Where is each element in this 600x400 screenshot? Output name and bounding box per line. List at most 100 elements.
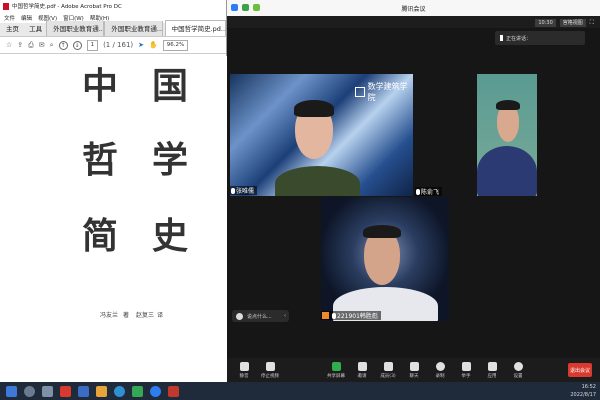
next-page-icon[interactable]: ↓ [72,40,82,50]
mic-level-icon [500,35,503,41]
host-icon [322,312,329,319]
settings-label: 设置 [513,373,523,379]
raise-hand-button[interactable]: 举手 [453,361,479,379]
info-icon[interactable] [231,4,238,11]
meeting-toolbar: 静音 停止视频 共享屏幕 邀请 成员(3) 聊天 录制 举手 应用 设置 退出会… [227,358,600,382]
microphone-icon [239,361,249,371]
video-tile-3[interactable] [321,197,449,321]
grid-view-button[interactable]: 宫格视图 [559,18,586,27]
members-button[interactable]: 成员(3) [375,361,401,379]
stop-video-label: 停止视频 [261,373,279,379]
acrobat-title-bar: 中国哲学简史.pdf - Adobe Acrobat Pro DC [0,0,226,12]
translator-role: 译 [157,312,164,319]
mail-icon[interactable]: ✉ [39,41,45,49]
title-char: 国 [152,65,189,107]
speaking-indicator: 正在讲话： [495,31,585,45]
meeting-title-bar: 腾讯会议 [227,0,600,16]
acrobat-tabs: 主页 工具 外国职业教育通... 外国职业教育通... 中国哲学简史.pd... [0,20,226,37]
fullscreen-icon[interactable]: ⛶ [590,19,594,27]
video-logo-text: 数学建筑学院 [367,82,408,102]
record-button[interactable]: 录制 [427,361,453,379]
tab-doc-1[interactable]: 外国职业教育通... [46,21,105,36]
page-count: (1 / 161) [103,41,134,49]
author-role: 著 [123,312,130,319]
zoom-field[interactable]: 96.2% [162,39,189,51]
mic-icon [332,312,336,319]
mic-icon [231,187,235,194]
participant-name-text: 张唯儒 [236,188,255,195]
search-icon[interactable] [24,385,35,397]
title-char: 哲 [82,139,119,181]
tab-doc-2[interactable]: 外国职业教育通... [104,21,163,36]
tab-doc-active[interactable]: 中国哲学简史.pd... [164,20,226,36]
word-icon[interactable] [78,385,89,397]
record-label: 录制 [435,373,445,379]
apps-button[interactable]: 应用 [479,361,505,379]
acrobat-toolbar: ☆ ⇪ ⎙ ✉ ⌕ ↑ ↓ 1 (1 / 161) ➤ ✋ 96.2% [0,37,226,54]
app-icon[interactable] [168,385,179,397]
invite-button[interactable]: 邀请 [349,361,375,379]
mic-icon [416,188,420,195]
share-screen-button[interactable]: 共享屏幕 [323,361,349,379]
shield-icon[interactable] [242,4,249,11]
mute-button[interactable]: 静音 [231,361,257,379]
folder-icon[interactable] [96,385,107,397]
camera-icon [265,361,275,371]
pointer-icon[interactable]: ➤ [138,41,144,49]
raise-hand-label: 举手 [461,373,471,379]
logo-icon [355,87,365,97]
person-hair [363,225,401,238]
avatar [236,312,243,320]
settings-button[interactable]: 设置 [505,361,531,379]
pdf-page: 中 国 哲 学 简 史 [0,56,227,382]
meeting-app-icon[interactable] [150,385,161,397]
leave-meeting-button[interactable]: 退出会议 [568,363,592,377]
search-icon[interactable]: ⌕ [50,41,54,50]
person-hair [496,100,520,110]
chat-button[interactable]: 聊天 [401,361,427,379]
participant-name-text: 221901韩胜彪 [337,313,378,320]
video-app-icon[interactable] [132,385,143,397]
chat-icon [409,361,419,371]
chat-input[interactable]: 说点什么... ‹ [232,310,289,322]
hand-icon [461,361,471,371]
video-tile-2[interactable] [477,74,537,196]
upload-icon[interactable]: ⇪ [17,41,23,49]
chat-label: 聊天 [409,373,419,379]
members-label: 成员(3) [380,373,396,379]
tab-tools[interactable]: 工具 [23,21,46,36]
share-screen-icon [331,361,341,371]
title-char: 简 [82,215,119,257]
apps-label: 应用 [487,373,497,379]
taskbar: 16:52 2022/8/17 [0,382,600,400]
gear-icon [513,361,523,371]
apps-icon [487,361,497,371]
meeting-clock: 10:30 [535,18,556,27]
start-icon[interactable] [6,385,17,397]
taskbar-time: 16:52 [581,384,596,390]
invite-icon [357,361,367,371]
task-view-icon[interactable] [42,385,53,397]
prev-page-icon[interactable]: ↑ [58,40,68,50]
page-field[interactable]: 1 [86,39,99,51]
acrobat-icon[interactable] [60,385,71,397]
stop-video-button[interactable]: 停止视频 [257,361,283,379]
participant-name-3: 221901韩胜彪 [321,311,381,320]
system-tray: 16:52 2022/8/17 [570,383,596,399]
meeting-title: 腾讯会议 [401,5,426,13]
speaking-label: 正在讲话： [506,35,532,42]
star-icon[interactable]: ☆ [6,41,12,49]
acrobat-title: 中国哲学简史.pdf - Adobe Acrobat Pro DC [12,4,122,10]
video-tile-1[interactable]: 数学建筑学院 张唯儒 [230,74,413,196]
mute-label: 静音 [239,373,249,379]
title-char: 学 [152,139,189,181]
chevron-left-icon[interactable]: ‹ [284,313,286,319]
print-icon[interactable]: ⎙ [28,41,34,50]
hand-icon[interactable]: ✋ [149,41,158,49]
tab-home[interactable]: 主页 [0,21,23,36]
participant-name-1: 张唯儒 [230,186,258,195]
desktop: 中国哲学简史.pdf - Adobe Acrobat Pro DC 文件 编辑 … [0,0,600,400]
participant-name-2: 陈俞飞 [415,187,443,196]
meeting-top-bar: 10:30 宫格视图 ⛶ [227,16,600,28]
browser-icon[interactable] [114,385,125,397]
